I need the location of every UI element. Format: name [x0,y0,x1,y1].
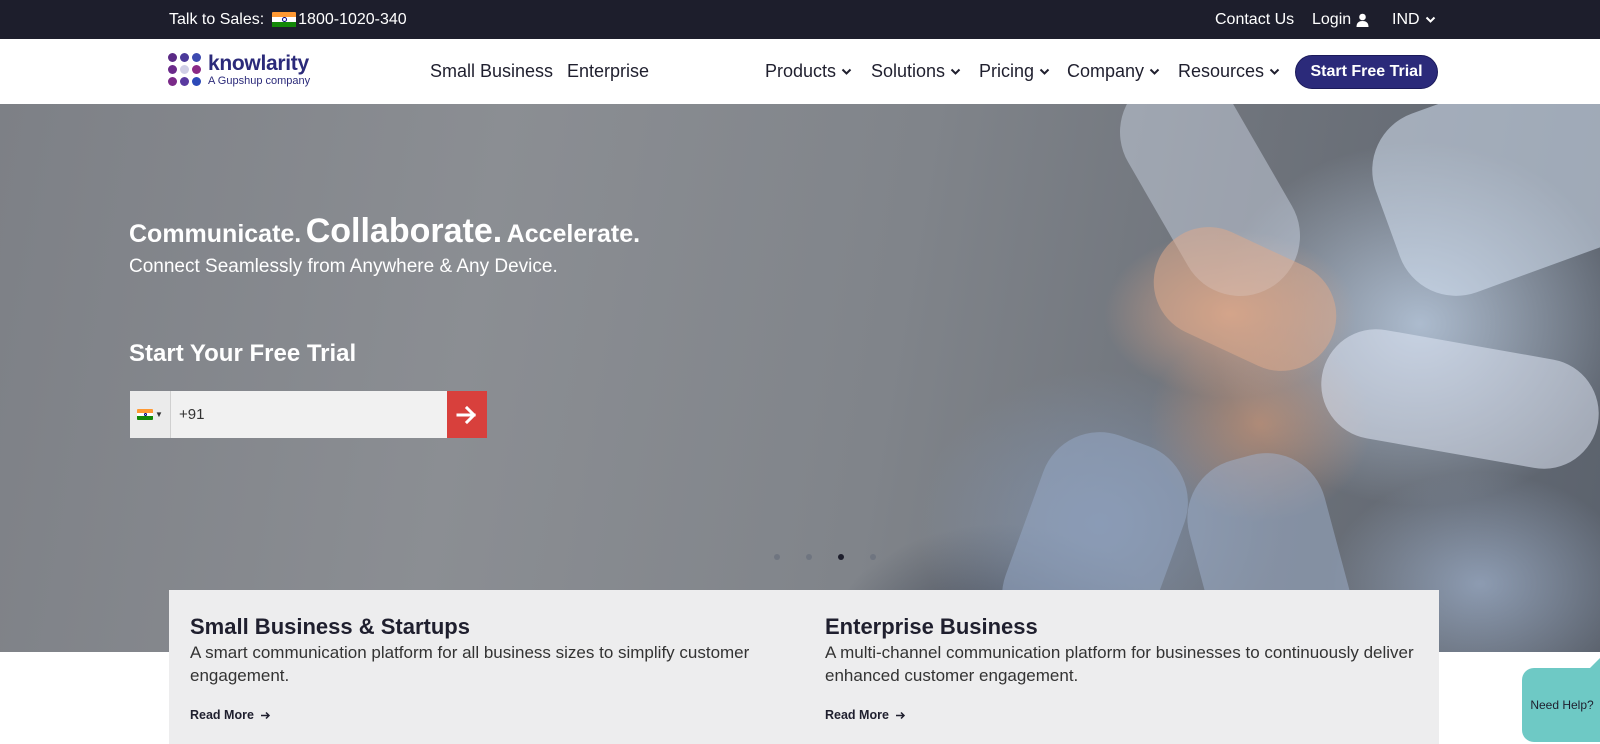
carousel-dot[interactable] [806,554,812,560]
country-code-dropdown[interactable]: ▼ [130,391,171,438]
business-cards: Small Business & Startups A smart commun… [169,590,1439,744]
nav-products-label: Products [765,61,837,81]
nav-resources-label: Resources [1178,61,1265,81]
nav-enterprise[interactable]: Enterprise [567,39,649,104]
nav-products[interactable]: Products [765,39,852,104]
need-help-label: Need Help? [1530,698,1594,712]
need-help-widget[interactable]: Need Help? [1522,656,1600,742]
hero-word-collaborate: Collaborate. [305,212,503,250]
read-more-label: Read More [190,708,254,722]
card-title: Enterprise Business [825,614,1038,639]
nav-resources[interactable]: Resources [1178,39,1280,104]
nav-company[interactable]: Company [1067,39,1160,104]
card-title: Small Business & Startups [190,614,470,639]
trial-phone-form: ▼ [130,391,487,438]
hero-banner [0,104,1600,652]
submit-trial-button[interactable] [447,391,487,438]
start-free-trial-button[interactable]: Start Free Trial [1295,55,1438,89]
login-label: Login [1312,10,1352,28]
hero-word-communicate: Communicate. [129,220,302,248]
nav-small-business[interactable]: Small Business [430,39,553,104]
arrow-right-icon [456,405,477,424]
region-selector[interactable]: IND [1392,11,1436,29]
main-nav: knowlarity A Gupshup company Small Busin… [0,39,1600,104]
card-description: A multi-channel communication platform f… [825,643,1414,685]
nav-pricing[interactable]: Pricing [979,39,1050,104]
nav-company-label: Company [1067,61,1145,81]
carousel-indicators [0,554,1600,560]
contact-us-link[interactable]: Contact Us [1215,11,1294,29]
carousel-dot-active[interactable] [838,554,844,560]
logo-brand: knowlarity [208,52,309,75]
read-more-link[interactable]: Read More [190,708,271,722]
nav-solutions[interactable]: Solutions [871,39,961,104]
card-description: A smart communication platform for all b… [190,643,750,685]
arrow-right-icon [260,711,270,719]
india-flag-icon [137,409,154,420]
logo-mark-icon [168,53,202,87]
read-more-label: Read More [825,708,889,722]
region-label: IND [1392,10,1420,28]
caret-down-icon: ▼ [155,410,163,419]
hero-word-accelerate: Accelerate. [506,220,641,248]
carousel-dot[interactable] [774,554,780,560]
user-icon [1356,13,1369,27]
india-flag-icon [272,11,297,28]
arrow-right-icon [895,711,905,719]
login-link[interactable]: Login [1312,11,1369,29]
nav-solutions-label: Solutions [871,61,946,81]
chevron-down-icon [1269,68,1280,75]
sales-phone-link[interactable]: 1800-1020-340 [298,11,407,29]
chevron-down-icon [1039,68,1050,75]
chevron-down-icon [841,68,852,75]
phone-input[interactable] [171,391,447,438]
chevron-down-icon [1149,68,1160,75]
chevron-down-icon [1425,16,1435,23]
carousel-dot[interactable] [870,554,876,560]
nav-pricing-label: Pricing [979,61,1035,81]
top-bar: Talk to Sales: 1800-1020-340 Contact Us … [0,0,1600,39]
logo-subtitle: A Gupshup company [208,75,311,87]
hero-subtitle: Connect Seamlessly from Anywhere & Any D… [129,256,558,277]
sales-label: Talk to Sales: [169,10,265,28]
talk-to-sales: Talk to Sales: 1800-1020-340 [169,0,407,39]
trial-heading: Start Your Free Trial [129,340,357,367]
chevron-down-icon [950,68,961,75]
read-more-link[interactable]: Read More [825,708,906,722]
knowlarity-logo[interactable]: knowlarity A Gupshup company [168,53,310,87]
hero-title: Communicate. Collaborate. Accelerate. [129,212,640,251]
